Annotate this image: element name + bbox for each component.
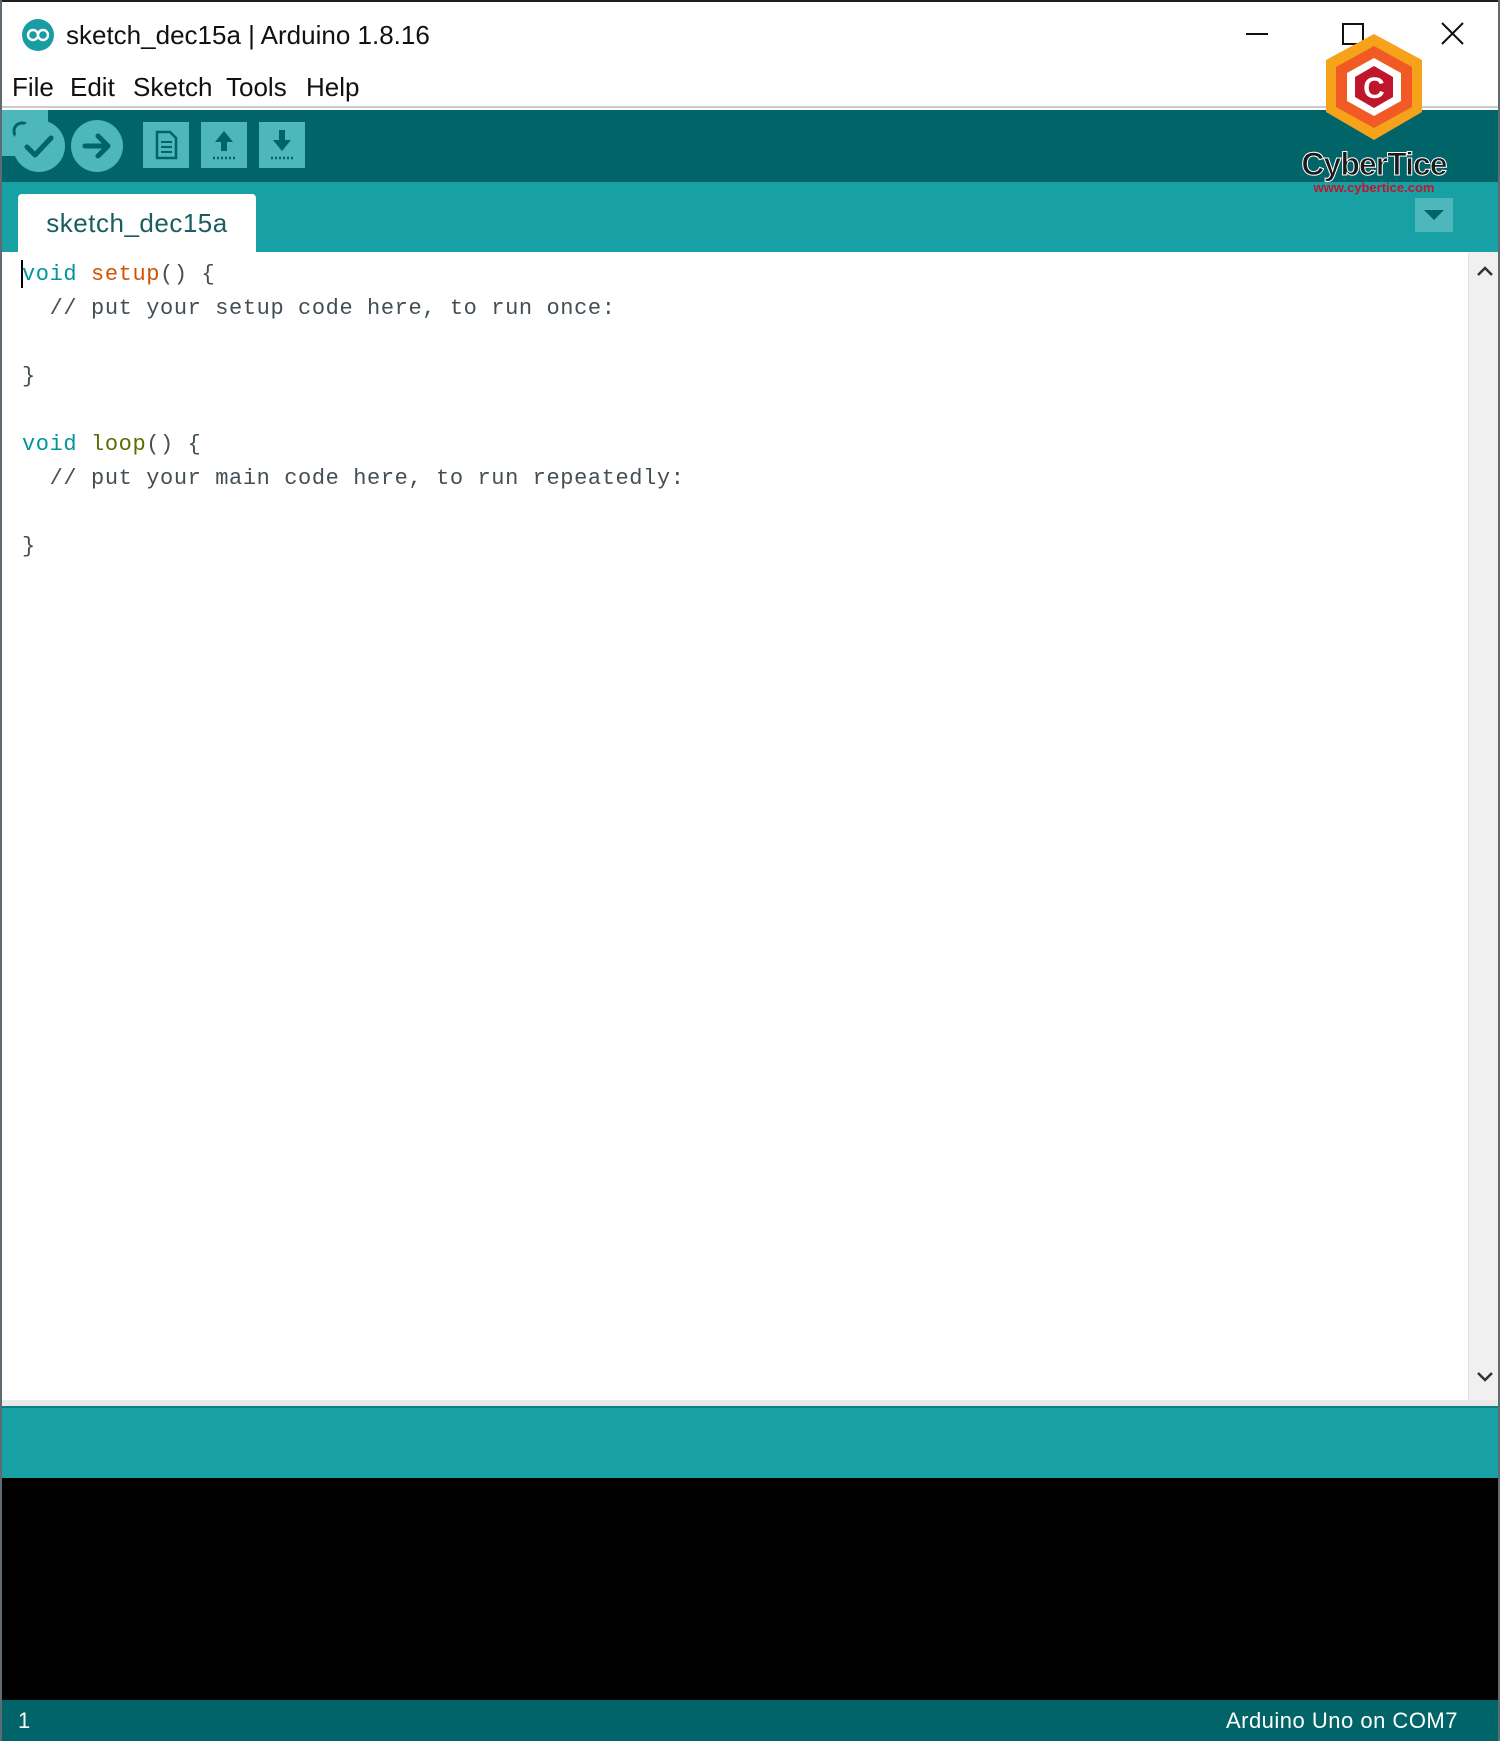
toolbar [2,110,1498,182]
message-area [2,1406,1498,1478]
code-line: // put your setup code here, to run once… [22,296,616,321]
tab-menu-button[interactable] [1415,198,1453,232]
arduino-logo-icon [22,19,54,51]
menu-edit[interactable]: Edit [70,72,115,102]
code-line: void setup() { [22,259,215,291]
menu-sketch[interactable]: Sketch [133,72,213,102]
chevron-up-icon[interactable] [1475,262,1495,280]
code-keyword: void [22,432,78,457]
save-sketch-button[interactable] [259,122,305,168]
status-board-port: Arduino Uno on COM7 [1225,1708,1458,1733]
verify-check-icon [24,135,54,158]
menu-tools[interactable]: Tools [226,72,287,102]
new-sketch-icon [155,130,178,160]
menu-help[interactable]: Help [306,72,359,102]
code-text: () { [160,262,216,287]
code-line: // put your main code here, to run repea… [22,466,685,491]
chevron-down-icon[interactable] [1475,1368,1495,1386]
watermark-url: www.cybertice.com [1313,180,1435,195]
title-bar: sketch_dec15a | Arduino 1.8.16 [2,0,1498,66]
cybertice-watermark: C CyberTice www.cybertice.com [1294,28,1454,198]
code-function-name: setup [91,262,161,287]
triangle-down-icon [1424,210,1444,220]
watermark-letter: C [1363,72,1385,105]
arduino-ide-window: sketch_dec15a | Arduino 1.8.16 File Edit… [0,0,1500,1741]
menu-file[interactable]: File [12,72,54,102]
status-line-number: 1 [18,1708,31,1733]
minimize-button[interactable] [1226,12,1286,56]
upload-arrow-icon [82,133,111,159]
save-arrow-down-icon [271,130,293,160]
cybertice-logo-icon: C [1326,34,1422,140]
code-line: void loop() { [22,429,201,461]
code-keyword: void [22,262,78,287]
watermark-brand: CyberTice [1301,146,1448,183]
code-line: } [22,364,36,389]
open-arrow-up-icon [213,131,235,160]
tab-bar: sketch_dec15a [2,182,1498,252]
tab-label: sketch_dec15a [46,208,228,238]
open-sketch-button[interactable] [201,122,247,168]
code-text: () { [146,432,202,457]
editor-scrollbar[interactable] [1468,252,1498,1400]
tab-sketch[interactable]: sketch_dec15a [18,194,256,252]
code-line: } [22,534,36,559]
verify-button[interactable] [13,120,65,172]
new-sketch-button[interactable] [143,122,189,168]
code-function-name: loop [91,432,147,457]
window-title: sketch_dec15a | Arduino 1.8.16 [66,20,430,50]
status-bar: 1 Arduino Uno on COM7 [2,1700,1498,1741]
menu-bar: File Edit Sketch Tools Help [2,66,1498,108]
upload-button[interactable] [71,120,123,172]
console-output[interactable] [2,1478,1498,1700]
code-editor[interactable]: void setup() { // put your setup code he… [2,252,1468,1400]
minimize-icon [1246,33,1268,35]
